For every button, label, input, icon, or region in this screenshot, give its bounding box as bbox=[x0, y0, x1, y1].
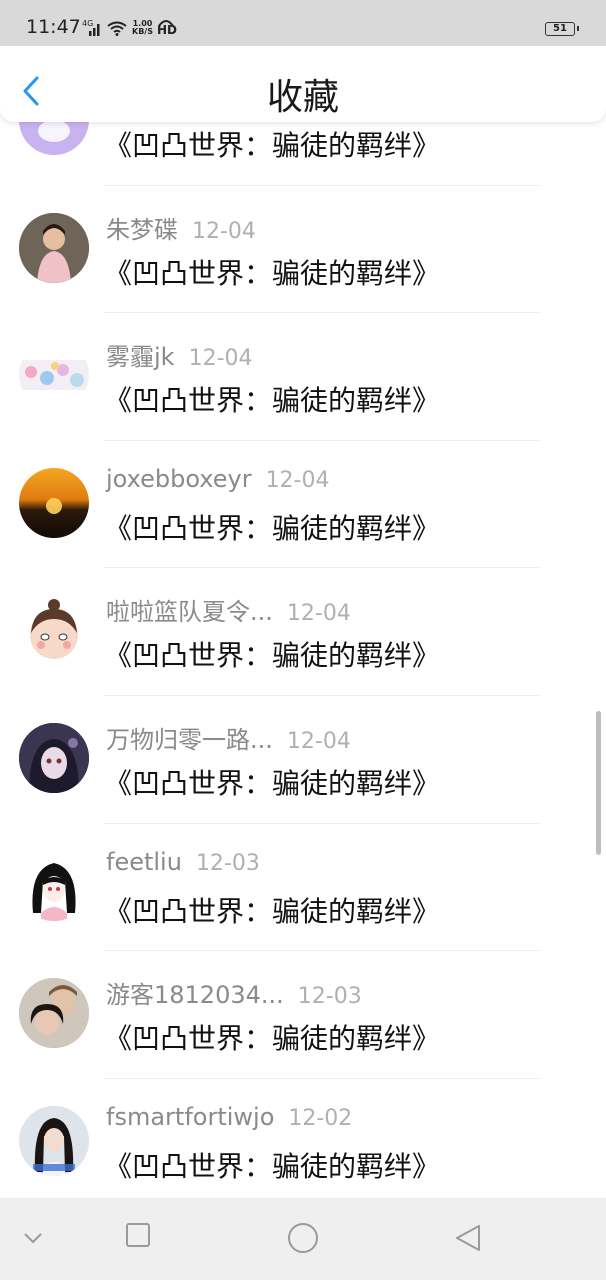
user-name[interactable]: 雾霾jk bbox=[106, 343, 175, 371]
list-item[interactable]: 万物归零一路... 12-04 《凹凸世界：骗徒的羁绊》 bbox=[0, 696, 606, 824]
post-date: 12-04 bbox=[188, 346, 253, 372]
favorites-list: 《凹凸世界：骗徒的羁绊》 朱梦碟 12-04 《凹凸世界：骗徒的羁绊》 雾霾jk… bbox=[0, 58, 606, 1206]
triangle-back-icon bbox=[456, 1225, 480, 1251]
book-title: 《凹凸世界：骗徒的羁绊》 bbox=[104, 256, 441, 290]
status-time: 11:47 bbox=[26, 16, 81, 38]
avatar[interactable] bbox=[19, 722, 89, 793]
avatar[interactable] bbox=[19, 978, 89, 1049]
post-date: 12-04 bbox=[265, 467, 330, 493]
nav-home-button[interactable] bbox=[287, 1222, 319, 1258]
scrollbar-thumb[interactable] bbox=[596, 711, 601, 855]
avatar[interactable] bbox=[19, 595, 89, 666]
item-meta: 游客1812034... 12-03 bbox=[106, 975, 362, 1010]
nav-back-button[interactable] bbox=[454, 1223, 482, 1257]
avatar-cartoon bbox=[30, 599, 78, 660]
avatar[interactable] bbox=[19, 212, 89, 283]
item-meta: fsmartfortiwjo 12-02 bbox=[106, 1103, 352, 1131]
post-date: 12-04 bbox=[192, 218, 256, 244]
avatar-illustration bbox=[19, 360, 89, 391]
list-item[interactable]: 游客1812034... 12-03 《凹凸世界：骗徒的羁绊》 bbox=[0, 951, 606, 1079]
item-meta: joxebboxeyr 12-04 bbox=[106, 465, 330, 493]
book-title: 《凹凸世界：骗徒的羁绊》 bbox=[104, 384, 441, 418]
signal-icon: 4G bbox=[82, 20, 102, 36]
user-name[interactable]: joxebboxeyr bbox=[106, 465, 252, 493]
user-name[interactable]: fsmartfortiwjo bbox=[106, 1103, 274, 1131]
avatar[interactable] bbox=[19, 467, 89, 538]
user-name[interactable]: 游客1812034... bbox=[106, 981, 284, 1009]
post-date: 12-04 bbox=[286, 601, 351, 627]
user-name[interactable]: 万物归零一路... bbox=[106, 726, 273, 754]
book-title: 《凹凸世界：骗徒的羁绊》 bbox=[104, 766, 441, 800]
book-title: 《凹凸世界：骗徒的羁绊》 bbox=[104, 1022, 441, 1056]
user-name[interactable]: feetliu bbox=[106, 848, 182, 876]
avatar-photo bbox=[19, 212, 89, 283]
wifi-icon bbox=[106, 20, 128, 36]
post-date: 12-03 bbox=[297, 984, 362, 1010]
item-meta: feetliu 12-03 bbox=[106, 848, 260, 876]
item-meta: 啦啦篮队夏令... 12-04 bbox=[106, 592, 351, 627]
battery-level: 51 bbox=[553, 23, 567, 34]
hd-icon: HD bbox=[156, 18, 177, 37]
book-title: 《凹凸世界：骗徒的羁绊》 bbox=[104, 639, 441, 673]
system-nav-bar bbox=[0, 1198, 606, 1280]
header-bar: 收藏 bbox=[0, 46, 606, 122]
hd-label: HD bbox=[156, 23, 177, 37]
post-date: 12-02 bbox=[288, 1105, 353, 1131]
user-name[interactable]: 朱梦碟 bbox=[106, 216, 178, 244]
avatar-sunset bbox=[46, 497, 62, 514]
book-title: 《凹凸世界：骗徒的羁绊》 bbox=[104, 129, 441, 162]
status-icons: 4G 1.00 KB/S HD bbox=[82, 18, 177, 37]
book-title: 《凹凸世界：骗徒的羁绊》 bbox=[104, 1149, 441, 1183]
list-item[interactable]: 啦啦篮队夏令... 12-04 《凹凸世界：骗徒的羁绊》 bbox=[0, 568, 606, 696]
item-meta: 朱梦碟 12-04 bbox=[106, 210, 256, 245]
user-name[interactable]: 啦啦篮队夏令... bbox=[106, 598, 273, 626]
net-speed-unit: KB/S bbox=[132, 27, 153, 36]
avatar[interactable] bbox=[19, 1105, 89, 1176]
post-date: 12-04 bbox=[286, 728, 351, 754]
avatar-anime-girl bbox=[32, 862, 76, 921]
avatar-photo-couple bbox=[19, 978, 89, 1049]
book-title: 《凹凸世界：骗徒的羁绊》 bbox=[104, 894, 441, 928]
nav-collapse-button[interactable] bbox=[22, 1230, 44, 1249]
net-speed: 1.00 KB/S bbox=[132, 20, 153, 36]
square-icon bbox=[126, 1223, 150, 1247]
circle-icon bbox=[288, 1223, 318, 1253]
list-item[interactable]: joxebboxeyr 12-04 《凹凸世界：骗徒的羁绊》 bbox=[0, 441, 606, 569]
list-item[interactable]: 雾霾jk 12-04 《凹凸世界：骗徒的羁绊》 bbox=[0, 313, 606, 441]
chevron-down-icon bbox=[24, 1233, 42, 1244]
page-title: 收藏 bbox=[266, 77, 339, 118]
book-title: 《凹凸世界：骗徒的羁绊》 bbox=[104, 511, 441, 545]
list-item[interactable]: 朱梦碟 12-04 《凹凸世界：骗徒的羁绊》 bbox=[0, 186, 606, 314]
post-date: 12-03 bbox=[195, 850, 260, 876]
list-item[interactable]: feetliu 12-03 《凹凸世界：骗徒的羁绊》 bbox=[0, 824, 606, 952]
item-meta: 雾霾jk 12-04 bbox=[106, 337, 253, 372]
nav-recents-button[interactable] bbox=[125, 1222, 151, 1252]
avatar[interactable] bbox=[19, 340, 89, 411]
list-item[interactable]: fsmartfortiwjo 12-02 《凹凸世界：骗徒的羁绊》 bbox=[0, 1079, 606, 1207]
status-bar: 11:47 4G 1.00 KB/S HD 51 bbox=[0, 0, 606, 46]
item-meta: 万物归零一路... 12-04 bbox=[106, 720, 351, 755]
avatar-photo-portrait bbox=[19, 1105, 89, 1176]
avatar[interactable] bbox=[19, 850, 89, 921]
avatar-anime-dark bbox=[19, 722, 89, 793]
battery-icon: 51 bbox=[545, 22, 579, 36]
